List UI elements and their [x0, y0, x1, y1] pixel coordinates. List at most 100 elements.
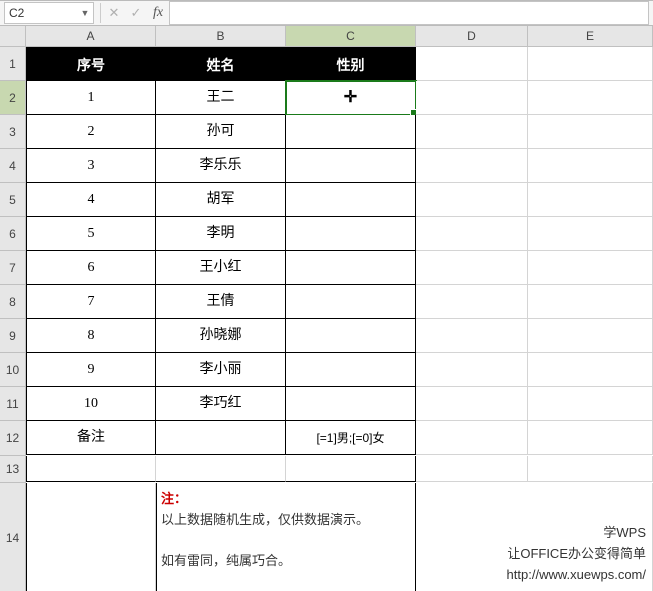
- cell-B13[interactable]: [156, 456, 286, 482]
- cell-A4[interactable]: 3: [26, 149, 156, 183]
- cell-E1[interactable]: [528, 47, 653, 81]
- cell-A14[interactable]: [26, 483, 156, 591]
- cell-C10[interactable]: [286, 353, 416, 387]
- cell-D11[interactable]: [416, 387, 528, 421]
- notes-block[interactable]: 注： 以上数据随机生成，仅供数据演示。 如有雷同，纯属巧合。: [156, 483, 416, 591]
- cell-B6[interactable]: 李明: [156, 217, 286, 251]
- footer-url: http://www.xuewps.com/: [507, 567, 646, 582]
- cell-C8[interactable]: [286, 285, 416, 319]
- cell-E13[interactable]: [528, 456, 653, 482]
- cell-A9[interactable]: 8: [26, 319, 156, 353]
- cell-E8[interactable]: [528, 285, 653, 319]
- cell-D1[interactable]: [416, 47, 528, 81]
- row-header-2[interactable]: 2: [0, 81, 26, 115]
- cell-B11[interactable]: 李巧红: [156, 387, 286, 421]
- col-header-E[interactable]: E: [528, 26, 653, 47]
- cell-D2[interactable]: [416, 81, 528, 115]
- row-header-7[interactable]: 7: [0, 251, 26, 285]
- table-header-no[interactable]: 序号: [26, 47, 156, 81]
- formula-input[interactable]: [169, 1, 649, 25]
- cell-A13[interactable]: [26, 456, 156, 482]
- row-header-9[interactable]: 9: [0, 319, 26, 353]
- cell-C12[interactable]: [=1]男;[=0]女: [286, 421, 416, 455]
- cell-C5[interactable]: [286, 183, 416, 217]
- cell-C3[interactable]: [286, 115, 416, 149]
- cell-E9[interactable]: [528, 319, 653, 353]
- cell-D4[interactable]: [416, 149, 528, 183]
- cell-C2[interactable]: ✛: [286, 81, 416, 115]
- cell-E2[interactable]: [528, 81, 653, 115]
- cell-A12[interactable]: 备注: [26, 421, 156, 455]
- cell-B12[interactable]: [156, 421, 286, 455]
- select-all-corner[interactable]: [0, 26, 26, 47]
- cell-B8[interactable]: 王倩: [156, 285, 286, 319]
- row-header-4[interactable]: 4: [0, 149, 26, 183]
- cell-B5[interactable]: 胡军: [156, 183, 286, 217]
- cell-D3[interactable]: [416, 115, 528, 149]
- cell-E4[interactable]: [528, 149, 653, 183]
- cell-C7[interactable]: [286, 251, 416, 285]
- row-header-5[interactable]: 5: [0, 183, 26, 217]
- cell-D10[interactable]: [416, 353, 528, 387]
- row-header-11[interactable]: 11: [0, 387, 26, 421]
- col-header-B[interactable]: B: [156, 26, 286, 47]
- fx-icon[interactable]: fx: [147, 2, 169, 24]
- cell-B7[interactable]: 王小红: [156, 251, 286, 285]
- table-header-name[interactable]: 姓名: [156, 47, 286, 81]
- col-header-C[interactable]: C: [286, 26, 416, 47]
- cell-D6[interactable]: [416, 217, 528, 251]
- cell-B9[interactable]: 孙晓娜: [156, 319, 286, 353]
- cell-D5[interactable]: [416, 183, 528, 217]
- cell-B4[interactable]: 李乐乐: [156, 149, 286, 183]
- cell-D7[interactable]: [416, 251, 528, 285]
- confirm-icon[interactable]: ✓: [125, 2, 147, 24]
- cell-A11[interactable]: 10: [26, 387, 156, 421]
- cell-E6[interactable]: [528, 217, 653, 251]
- chevron-down-icon[interactable]: ▼: [77, 8, 93, 18]
- cell-E12[interactable]: [528, 421, 653, 455]
- col-header-D[interactable]: D: [416, 26, 528, 47]
- cell-C6[interactable]: [286, 217, 416, 251]
- cell-D12[interactable]: [416, 421, 528, 455]
- table-header-sex[interactable]: 性别: [286, 47, 416, 81]
- cell-A7[interactable]: 6: [26, 251, 156, 285]
- cell-A6[interactable]: 5: [26, 217, 156, 251]
- cell-C11[interactable]: [286, 387, 416, 421]
- cell-E10[interactable]: [528, 353, 653, 387]
- row-header-13[interactable]: 13: [0, 456, 26, 483]
- cell-A2[interactable]: 1: [26, 81, 156, 115]
- cell-D13[interactable]: [416, 456, 528, 482]
- cell-A3[interactable]: 2: [26, 115, 156, 149]
- spreadsheet-grid: A B C D E 1 序号 姓名 性别 2 1 王二 ✛ 3 2 孙可 4 3…: [0, 26, 653, 591]
- notes-line2: 如有雷同，纯属巧合。: [161, 553, 291, 568]
- cell-A10[interactable]: 9: [26, 353, 156, 387]
- cell-E3[interactable]: [528, 115, 653, 149]
- cell-D9[interactable]: [416, 319, 528, 353]
- cell-B2[interactable]: 王二: [156, 81, 286, 115]
- row-header-8[interactable]: 8: [0, 285, 26, 319]
- cell-C13[interactable]: [286, 456, 416, 482]
- row-header-10[interactable]: 10: [0, 353, 26, 387]
- notes-title: 注：: [161, 491, 187, 506]
- cell-E11[interactable]: [528, 387, 653, 421]
- cell-D8[interactable]: [416, 285, 528, 319]
- separator: [100, 3, 101, 23]
- row-header-1[interactable]: 1: [0, 47, 26, 81]
- cell-A8[interactable]: 7: [26, 285, 156, 319]
- cell-B3[interactable]: 孙可: [156, 115, 286, 149]
- cell-C9[interactable]: [286, 319, 416, 353]
- row-header-3[interactable]: 3: [0, 115, 26, 149]
- row-header-6[interactable]: 6: [0, 217, 26, 251]
- cell-E7[interactable]: [528, 251, 653, 285]
- name-box[interactable]: C2: [5, 6, 77, 20]
- footer-block[interactable]: 学WPS 让OFFICE办公变得简单 http://www.xuewps.com…: [416, 483, 653, 591]
- row-header-14[interactable]: 14: [0, 483, 26, 591]
- cell-C4[interactable]: [286, 149, 416, 183]
- row-header-12[interactable]: 12: [0, 421, 26, 456]
- cell-E5[interactable]: [528, 183, 653, 217]
- cell-A5[interactable]: 4: [26, 183, 156, 217]
- name-box-wrap[interactable]: C2 ▼: [4, 2, 94, 24]
- col-header-A[interactable]: A: [26, 26, 156, 47]
- cancel-icon[interactable]: ✕: [103, 2, 125, 24]
- cell-B10[interactable]: 李小丽: [156, 353, 286, 387]
